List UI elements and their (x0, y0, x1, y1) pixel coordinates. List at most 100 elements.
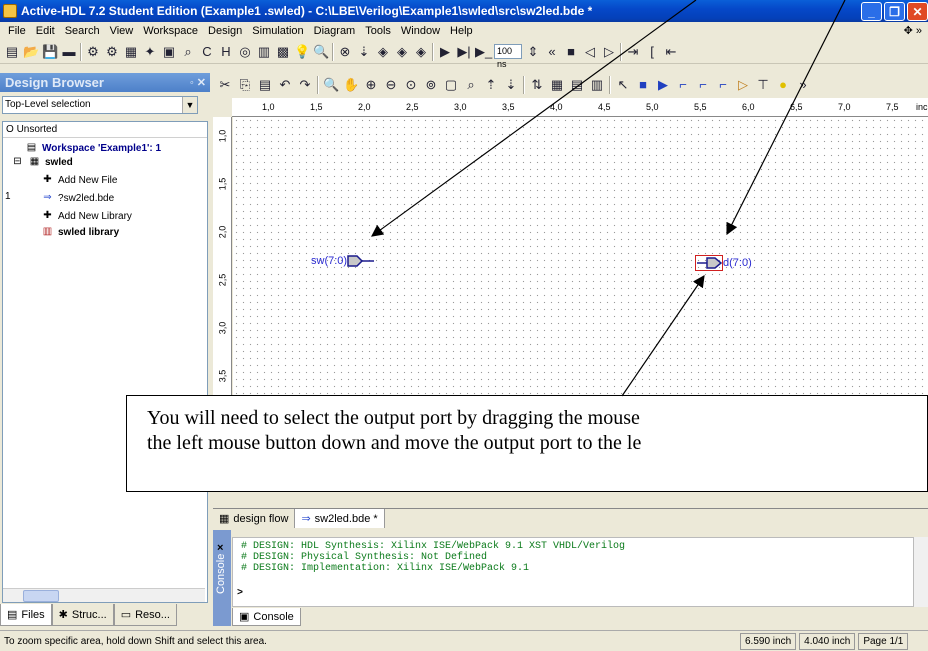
output-port[interactable]: d(7:0) (695, 255, 752, 271)
menu-window[interactable]: Window (396, 25, 445, 37)
block-icon[interactable]: ■ (635, 77, 651, 93)
menu-file[interactable]: File (3, 25, 31, 37)
hierarchy-icon[interactable]: ▦ (123, 44, 139, 60)
undo-icon[interactable]: ↶ (277, 77, 293, 93)
restore-button[interactable]: ❐ (884, 2, 905, 21)
zoom-page-icon[interactable]: ▢ (443, 77, 459, 93)
save-icon[interactable]: 💾 (42, 44, 58, 60)
block-diagram-icon[interactable]: ▣ (161, 44, 177, 60)
close-button[interactable]: ✕ (907, 2, 928, 21)
tree-item-library[interactable]: ▥ swled library (41, 225, 119, 239)
top-level-select[interactable]: Top-Level selection ▼ (2, 96, 198, 114)
outdent-icon[interactable]: ⇤ (663, 44, 679, 60)
menu-help[interactable]: Help (445, 25, 478, 37)
tree-header[interactable]: O Unsorted (3, 122, 207, 138)
console-output[interactable]: # DESIGN: HDL Synthesis: Xilinx ISE/WebP… (232, 537, 914, 607)
step-back-icon[interactable]: ◁ (582, 44, 598, 60)
console-scrollbar[interactable] (914, 537, 928, 607)
library-icon[interactable]: ▥ (256, 44, 272, 60)
menu-tools[interactable]: Tools (360, 25, 396, 37)
close-icon[interactable]: × (217, 542, 223, 554)
grid-icon[interactable]: ▦ (549, 77, 565, 93)
sim-time-field[interactable]: 100 ns (494, 44, 522, 69)
symbol-icon[interactable]: ▤ (569, 77, 585, 93)
menu-overflow-icon[interactable]: ✥ » (904, 24, 922, 37)
run-icon[interactable]: ▶ (437, 44, 453, 60)
panel-controls[interactable]: ◦ ✕ (190, 76, 206, 89)
step-icon[interactable]: ⇣ (356, 44, 372, 60)
package-icon[interactable]: ▥ (589, 77, 605, 93)
menu-diagram[interactable]: Diagram (309, 25, 361, 37)
tab-structure[interactable]: ✱ Struc... (51, 604, 114, 626)
state-diagram-icon[interactable]: ◎ (237, 44, 253, 60)
chevron-down-icon[interactable]: ▼ (182, 97, 197, 113)
bulb-icon[interactable]: 💡 (294, 44, 310, 60)
tree-horizontal-scrollbar[interactable] (3, 588, 205, 602)
tree-item-workspace[interactable]: ▤ Workspace 'Example1': 1 (25, 141, 161, 155)
menu-design[interactable]: Design (203, 25, 247, 37)
compile-all-icon[interactable]: ⚙ (104, 44, 120, 60)
testbench-icon[interactable]: ▩ (275, 44, 291, 60)
bracket-icon[interactable]: [ (644, 44, 660, 60)
tree-item-file[interactable]: ⇒ ?sw2led.bde (41, 191, 114, 205)
indent-icon[interactable]: ⇥ (625, 44, 641, 60)
zoom-icon[interactable]: 🔍 (323, 77, 339, 93)
trace-over-icon[interactable]: ◈ (394, 44, 410, 60)
compile-icon[interactable]: ⚙ (85, 44, 101, 60)
wizard-icon[interactable]: ✦ (142, 44, 158, 60)
step-forward-icon[interactable]: ▷ (601, 44, 617, 60)
hierarchy-down-icon[interactable]: ⇣ (503, 77, 519, 93)
zoom-area-icon[interactable]: ⊚ (423, 77, 439, 93)
zoom-fit-icon[interactable]: ⊙ (403, 77, 419, 93)
tab-resources[interactable]: ▭ Reso... (113, 604, 177, 626)
menu-search[interactable]: Search (60, 25, 105, 37)
tree-item-add-file[interactable]: ✚ Add New File (41, 173, 117, 187)
align-icon[interactable]: ⇅ (529, 77, 545, 93)
scroll-thumb[interactable] (23, 590, 59, 602)
cut-icon[interactable]: ✂ (217, 77, 233, 93)
collapse-icon[interactable]: ⊟ (11, 156, 24, 168)
tree-item-design[interactable]: ⊟ ▦ swled (11, 155, 73, 169)
terminal-icon[interactable]: ⊤ (755, 77, 771, 93)
port-icon[interactable]: ▷ (735, 77, 751, 93)
minimize-button[interactable]: _ (861, 2, 882, 21)
menu-view[interactable]: View (105, 25, 139, 37)
rewind-icon[interactable]: « (544, 44, 560, 60)
console-prompt[interactable]: > (237, 588, 243, 599)
c-code-icon[interactable]: C (199, 44, 215, 60)
redo-icon[interactable]: ↷ (297, 77, 313, 93)
circle-icon[interactable]: ● (775, 77, 791, 93)
fub-icon[interactable]: ▶ (655, 77, 671, 93)
run-for-icon[interactable]: ▶_ (475, 44, 492, 60)
net-icon[interactable]: ⌐ (715, 77, 731, 93)
zoom-select-icon[interactable]: ⌕ (463, 77, 479, 93)
tab-files[interactable]: ▤ Files (0, 604, 52, 626)
tree-item-add-library[interactable]: ✚ Add New Library (41, 209, 132, 223)
find-icon[interactable]: ⌕ (180, 44, 196, 60)
open-icon[interactable]: 📂 (23, 44, 39, 60)
hdl-code-icon[interactable]: H (218, 44, 234, 60)
stop-icon[interactable]: ⊗ (337, 44, 353, 60)
menu-simulation[interactable]: Simulation (247, 25, 308, 37)
menu-workspace[interactable]: Workspace (138, 25, 203, 37)
trace-out-icon[interactable]: ◈ (413, 44, 429, 60)
stop-sim-icon[interactable]: ■ (563, 44, 579, 60)
zoom-in-icon[interactable]: ⊕ (363, 77, 379, 93)
tab-console[interactable]: ▣ Console (232, 608, 301, 626)
design-icon[interactable]: ▬ (61, 44, 77, 60)
zoom-out-icon[interactable]: ⊖ (383, 77, 399, 93)
trace-icon[interactable]: ◈ (375, 44, 391, 60)
bus-icon[interactable]: ⌐ (695, 77, 711, 93)
tab-sw2led[interactable]: ⇒ sw2led.bde * (295, 509, 385, 528)
new-workspace-icon[interactable]: ▤ (4, 44, 20, 60)
hierarchy-up-icon[interactable]: ⇡ (483, 77, 499, 93)
run-until-icon[interactable]: ▶| (456, 44, 472, 60)
spin-icon[interactable]: ⇕ (525, 44, 541, 60)
menu-edit[interactable]: Edit (31, 25, 60, 37)
more-icon[interactable]: » (795, 77, 811, 93)
paste-icon[interactable]: ▤ (257, 77, 273, 93)
wire-icon[interactable]: ⌐ (675, 77, 691, 93)
search-icon[interactable]: 🔍 (313, 44, 329, 60)
tab-design-flow[interactable]: ▦ design flow (213, 509, 296, 528)
select-pointer-icon[interactable]: ↖ (615, 77, 631, 93)
